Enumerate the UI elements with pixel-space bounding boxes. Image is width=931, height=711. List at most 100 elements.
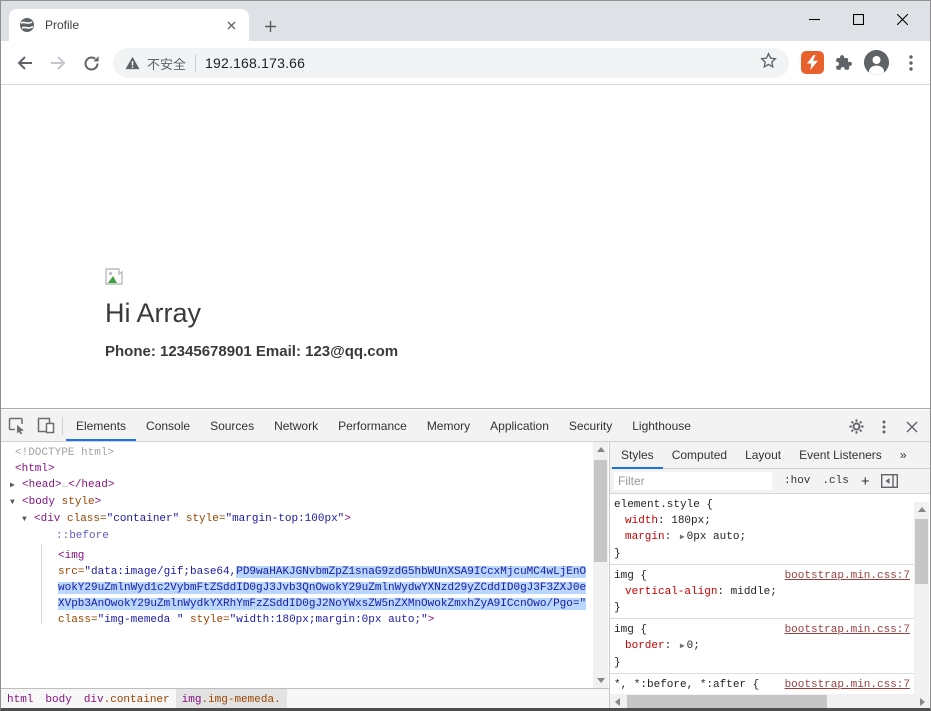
devtools-tab-application[interactable]: Application bbox=[480, 410, 559, 441]
address-bar[interactable]: 不安全 192.168.173.66 bbox=[113, 48, 789, 78]
new-style-rule-button[interactable]: + bbox=[861, 473, 870, 490]
tab-title: Profile bbox=[45, 18, 223, 32]
security-label[interactable]: 不安全 bbox=[147, 54, 186, 73]
scroll-right-icon[interactable] bbox=[915, 694, 930, 709]
css-rules-list: element.style {width: 180px;margin: ▶0px… bbox=[610, 494, 914, 694]
reload-button[interactable] bbox=[80, 52, 102, 74]
styles-filter-row: :hov .cls + bbox=[610, 469, 930, 494]
new-tab-button[interactable] bbox=[257, 13, 283, 39]
devtools-tab-lighthouse[interactable]: Lighthouse bbox=[622, 410, 701, 441]
devtools-tab-elements[interactable]: Elements bbox=[66, 410, 136, 441]
dom-tree-line[interactable]: <!DOCTYPE html> bbox=[1, 445, 593, 461]
page-heading: Hi Array bbox=[105, 298, 201, 329]
toolbar-separator bbox=[62, 417, 63, 435]
devtools-tab-memory[interactable]: Memory bbox=[417, 410, 480, 441]
css-rule[interactable]: *, *:before, *:after {bootstrap.min.css:… bbox=[610, 674, 914, 694]
styles-tab-event-listeners[interactable]: Event Listeners bbox=[790, 442, 891, 469]
scrollbar-thumb[interactable] bbox=[594, 460, 607, 562]
stylesheet-link[interactable]: bootstrap.min.css:7 bbox=[785, 568, 910, 584]
dom-tree-line[interactable]: <html> bbox=[1, 461, 593, 477]
minimize-button[interactable] bbox=[792, 5, 836, 33]
styles-scrollbar[interactable] bbox=[914, 502, 929, 711]
profile-avatar-icon[interactable] bbox=[864, 50, 889, 75]
lightning-extension-icon[interactable] bbox=[801, 51, 824, 74]
sidebar-pane-toggle-icon[interactable] bbox=[881, 474, 898, 488]
stylesheet-link[interactable]: bootstrap.min.css:7 bbox=[785, 622, 910, 638]
scroll-up-icon[interactable] bbox=[914, 502, 929, 517]
dom-tree-line[interactable]: class="img-memeda " style="width:180px;m… bbox=[1, 612, 593, 628]
styles-tab-computed[interactable]: Computed bbox=[663, 442, 736, 469]
breadcrumb-item[interactable]: body bbox=[39, 689, 77, 710]
dom-tree-scrollbar[interactable] bbox=[593, 442, 608, 688]
close-window-button[interactable] bbox=[880, 5, 924, 33]
devtools-right-controls bbox=[842, 411, 926, 442]
devtools-tabbar: ElementsConsoleSourcesNetworkPerformance… bbox=[1, 410, 930, 442]
css-property[interactable]: margin: ▶0px auto; bbox=[614, 529, 910, 546]
devtools-tab-sources[interactable]: Sources bbox=[200, 410, 264, 441]
devtools-kebab-menu-icon[interactable] bbox=[871, 415, 897, 439]
styles-tab--[interactable]: » bbox=[891, 442, 916, 469]
browser-window: Profile bbox=[0, 0, 931, 711]
css-property[interactable]: border: ▶0; bbox=[614, 638, 910, 655]
css-property[interactable]: width: 180px; bbox=[614, 513, 910, 529]
breadcrumb-item[interactable]: div.container bbox=[78, 689, 176, 710]
styles-filter-input[interactable] bbox=[614, 472, 772, 490]
contact-info: Phone: 12345678901 Email: 123@qq.com bbox=[105, 343, 398, 360]
browser-toolbar: 不安全 192.168.173.66 bbox=[1, 41, 930, 85]
scroll-left-icon[interactable] bbox=[610, 694, 625, 709]
globe-favicon-icon bbox=[19, 17, 35, 33]
dom-tree-line[interactable]: ▶<head>…</head> bbox=[1, 477, 593, 494]
tab-close-icon[interactable] bbox=[223, 17, 239, 33]
scroll-down-icon[interactable] bbox=[593, 673, 608, 688]
css-rule[interactable]: img {bootstrap.min.css:7border: ▶0;} bbox=[610, 619, 914, 674]
dom-tree-line[interactable]: src="data:image/gif;base64,PD9waHAKJGNvb… bbox=[1, 564, 593, 580]
devtools-tab-performance[interactable]: Performance bbox=[328, 410, 417, 441]
dom-tree-line[interactable]: ▼<body style> bbox=[1, 494, 593, 511]
breadcrumb-item[interactable]: html bbox=[1, 689, 39, 710]
devtools-panel: ElementsConsoleSourcesNetworkPerformance… bbox=[1, 408, 930, 709]
css-property[interactable]: vertical-align: middle; bbox=[614, 584, 910, 600]
dom-tree-line[interactable]: ▼<div class="container" style="margin-to… bbox=[1, 511, 593, 528]
kebab-menu-icon[interactable] bbox=[900, 52, 922, 74]
css-rule[interactable]: img {bootstrap.min.css:7vertical-align: … bbox=[610, 565, 914, 619]
gear-icon[interactable] bbox=[843, 415, 869, 439]
back-button[interactable] bbox=[14, 52, 36, 74]
devtools-close-icon[interactable] bbox=[899, 415, 925, 439]
url-text[interactable]: 192.168.173.66 bbox=[205, 55, 305, 71]
styles-sidebar: StylesComputedLayoutEvent Listeners» :ho… bbox=[610, 442, 930, 709]
maximize-button[interactable] bbox=[836, 5, 880, 33]
element-classes-toggle[interactable]: .cls bbox=[822, 475, 848, 487]
scroll-up-icon[interactable] bbox=[593, 442, 608, 457]
inspect-element-icon[interactable] bbox=[4, 414, 30, 438]
devtools-tab-network[interactable]: Network bbox=[264, 410, 328, 441]
omnibox-divider bbox=[195, 55, 196, 72]
forward-button[interactable] bbox=[47, 52, 69, 74]
puzzle-extensions-icon[interactable] bbox=[832, 52, 854, 74]
dom-tree: <!DOCTYPE html><html>▶<head>…</head>▼<bo… bbox=[1, 442, 593, 688]
web-page-content: Hi Array Phone: 12345678901 Email: 123@q… bbox=[1, 86, 930, 408]
devtools-tab-security[interactable]: Security bbox=[559, 410, 622, 441]
styles-horizontal-scrollbar[interactable] bbox=[610, 694, 930, 709]
scrollbar-thumb[interactable] bbox=[627, 695, 827, 708]
dom-tree-line[interactable]: XVpb3AnOwokY29uZmlnWydkYXRhYmFzZSddID0gJ… bbox=[1, 596, 593, 612]
dom-tree-line[interactable]: ::before bbox=[1, 528, 593, 544]
css-rule[interactable]: element.style {width: 180px;margin: ▶0px… bbox=[610, 494, 914, 565]
breadcrumb: htmlbodydiv.containerimg.img-memeda. bbox=[1, 688, 609, 710]
devtools-tab-console[interactable]: Console bbox=[136, 410, 200, 441]
warning-triangle-icon bbox=[125, 56, 140, 70]
breadcrumb-item[interactable]: img.img-memeda. bbox=[176, 689, 287, 710]
bookmark-star-icon[interactable] bbox=[760, 52, 777, 74]
tab-strip: Profile bbox=[1, 1, 930, 41]
browser-tab[interactable]: Profile bbox=[9, 9, 249, 41]
dom-tree-line[interactable]: <img bbox=[1, 548, 593, 564]
dom-tree-line[interactable]: wokY29uZmlnWyd1c2VybmFtZSddID0gJ3Jvb3QnO… bbox=[1, 580, 593, 596]
styles-tab-styles[interactable]: Styles bbox=[612, 442, 663, 469]
scrollbar-thumb[interactable] bbox=[915, 519, 928, 584]
stylesheet-link[interactable]: bootstrap.min.css:7 bbox=[785, 677, 910, 693]
dom-indent-guide bbox=[41, 544, 42, 624]
pseudo-state-toggle[interactable]: :hov bbox=[784, 475, 810, 487]
device-toolbar-icon[interactable] bbox=[33, 414, 59, 438]
window-controls bbox=[792, 5, 924, 33]
broken-image-icon bbox=[105, 268, 125, 290]
styles-tab-layout[interactable]: Layout bbox=[736, 442, 790, 469]
